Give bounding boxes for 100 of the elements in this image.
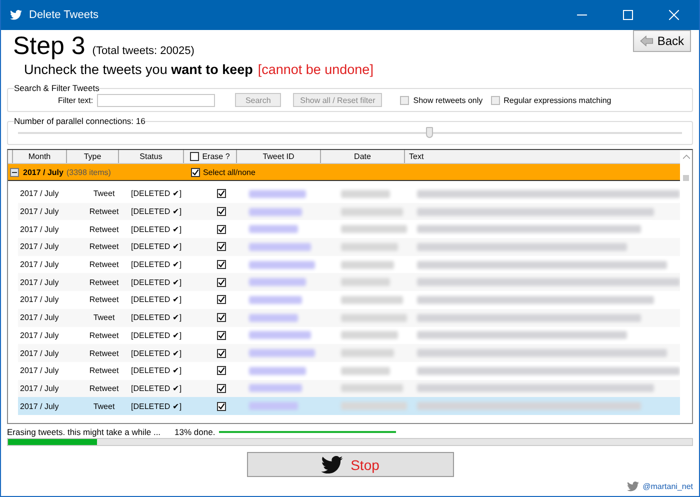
month-cell-text: 2017 / July xyxy=(19,224,60,234)
blurred-text xyxy=(249,366,306,375)
connections-slider[interactable] xyxy=(18,126,682,140)
erase-checkbox[interactable] xyxy=(217,207,226,216)
table-row[interactable]: 2017 / July Retweet [DELETED ✔] xyxy=(18,202,680,220)
column-header[interactable]: Text xyxy=(405,150,680,163)
select-all-label: Select all/none xyxy=(202,168,256,176)
checkbox[interactable] xyxy=(400,96,410,104)
scrollbar-thumb[interactable] xyxy=(683,175,689,181)
status-cell-text: [DELETED ✔] xyxy=(130,242,183,252)
erase-checkbox[interactable] xyxy=(217,384,226,393)
erase-checkbox[interactable] xyxy=(217,402,226,411)
status-cell-text: [DELETED ✔] xyxy=(130,295,183,304)
blurred-text xyxy=(341,349,394,358)
type-cell-text: Retweet xyxy=(88,242,120,252)
erase-checkbox[interactable] xyxy=(217,348,226,358)
erase-checkbox[interactable] xyxy=(217,295,226,304)
column-header[interactable]: Tweet ID xyxy=(237,150,321,163)
month-cell-text: 2017 / July xyxy=(19,242,60,252)
scroll-up-icon[interactable] xyxy=(682,154,690,159)
filter-label: Filter text: xyxy=(58,96,94,104)
blurred-text xyxy=(249,402,298,410)
author-link[interactable]: @martani_net xyxy=(642,482,693,491)
type-cell-text: Retweet xyxy=(88,207,120,216)
status-cell-text: [DELETED ✔] xyxy=(130,348,183,358)
bird-icon xyxy=(10,10,22,20)
blurred-text xyxy=(249,384,302,392)
type-cell-text: Retweet xyxy=(88,295,120,304)
month-cell-text: 2017 / July xyxy=(19,366,60,376)
type-cell-text: Tweet xyxy=(92,402,116,411)
status-message: Erasing tweets. this might take a while ... xyxy=(7,427,161,437)
type-cell-text: Retweet xyxy=(88,260,120,270)
erase-checkbox[interactable] xyxy=(217,278,226,287)
type-cell-text: Retweet xyxy=(88,278,120,287)
table-row[interactable]: 2017 / July Tweet [DELETED ✔] xyxy=(18,308,680,326)
checkbox[interactable] xyxy=(190,168,200,176)
type-cell-text: Tweet xyxy=(92,313,116,322)
month-cell-text: 2017 / July xyxy=(19,402,60,411)
erase-checkbox[interactable] xyxy=(217,242,226,252)
blurred-text xyxy=(249,314,298,322)
table-row[interactable]: 2017 / July Retweet [DELETED ✔] xyxy=(18,238,680,256)
blurred-text xyxy=(341,190,390,198)
back-button[interactable]: Back xyxy=(633,30,691,52)
column-header[interactable]: Status xyxy=(119,150,184,163)
close-icon[interactable] xyxy=(669,10,679,20)
blurred-text xyxy=(341,384,402,392)
maximize-icon[interactable] xyxy=(623,10,633,20)
month-cell-text: 2017 / July xyxy=(19,207,60,216)
erase-checkbox[interactable] xyxy=(217,224,226,234)
column-header[interactable]: Date xyxy=(321,150,405,163)
status-cell-text: [DELETED ✔] xyxy=(130,402,183,411)
month-cell-text: 2017 / July xyxy=(19,278,60,287)
collapse-icon[interactable] xyxy=(10,168,19,176)
column-header[interactable]: Month xyxy=(13,150,67,163)
blurred-text xyxy=(341,296,402,304)
step-title: Step 3 xyxy=(13,32,86,61)
erase-checkbox[interactable] xyxy=(217,189,226,198)
erase-checkbox[interactable] xyxy=(217,366,226,376)
blurred-text xyxy=(249,260,315,269)
status-cell-text: [DELETED ✔] xyxy=(130,313,183,322)
table-row[interactable]: 2017 / July Retweet [DELETED ✔] xyxy=(18,380,680,398)
blurred-text xyxy=(249,331,310,340)
month-cell-text: 2017 / July xyxy=(19,330,60,340)
filter-input[interactable] xyxy=(97,94,216,106)
group-title: 2017 / July xyxy=(23,168,64,176)
table-row[interactable]: 2017 / July Retweet [DELETED ✔] xyxy=(18,273,680,292)
warning-text: [cannot be undone] xyxy=(258,62,374,77)
blurred-text xyxy=(249,190,306,198)
checkbox[interactable] xyxy=(490,96,500,104)
column-header[interactable]: Type xyxy=(67,150,119,163)
checkbox[interactable] xyxy=(190,152,200,161)
status-cell-text: [DELETED ✔] xyxy=(130,260,183,270)
table-row[interactable]: 2017 / July Tweet [DELETED ✔] xyxy=(18,397,680,415)
group-header-row[interactable]: 2017 / July (3398 items) Select all/none xyxy=(8,164,680,181)
blurred-text xyxy=(341,225,407,234)
blurred-text xyxy=(341,314,407,322)
column-header[interactable]: Erase ? xyxy=(184,150,237,163)
bird-icon xyxy=(320,456,343,474)
option-label: Regular expressions matching xyxy=(504,96,612,104)
blurred-text xyxy=(249,225,298,234)
blurred-text xyxy=(249,278,306,286)
stop-button[interactable]: Stop xyxy=(246,452,454,477)
slider-thumb[interactable] xyxy=(426,127,433,138)
type-cell-text: Retweet xyxy=(88,366,120,376)
table-row[interactable]: 2017 / July Retweet [DELETED ✔] xyxy=(18,344,680,362)
erase-checkbox[interactable] xyxy=(217,313,226,322)
blurred-text xyxy=(341,242,398,251)
blurred-text xyxy=(249,208,302,216)
status-cell-text: [DELETED ✔] xyxy=(130,207,183,216)
erase-checkbox[interactable] xyxy=(217,260,226,270)
status-cell-text: [DELETED ✔] xyxy=(130,224,183,234)
status-cell-text: [DELETED ✔] xyxy=(130,330,183,340)
group-title: Search & Filter Tweets xyxy=(14,83,100,93)
erase-checkbox[interactable] xyxy=(217,330,226,340)
window-title: Delete Tweets xyxy=(29,9,100,21)
type-cell-text: Retweet xyxy=(88,348,120,358)
status-cell-text: [DELETED ✔] xyxy=(130,189,183,198)
status-cell-text: [DELETED ✔] xyxy=(130,278,183,287)
blurred-text xyxy=(249,242,310,251)
status-cell-text: [DELETED ✔] xyxy=(130,366,183,376)
